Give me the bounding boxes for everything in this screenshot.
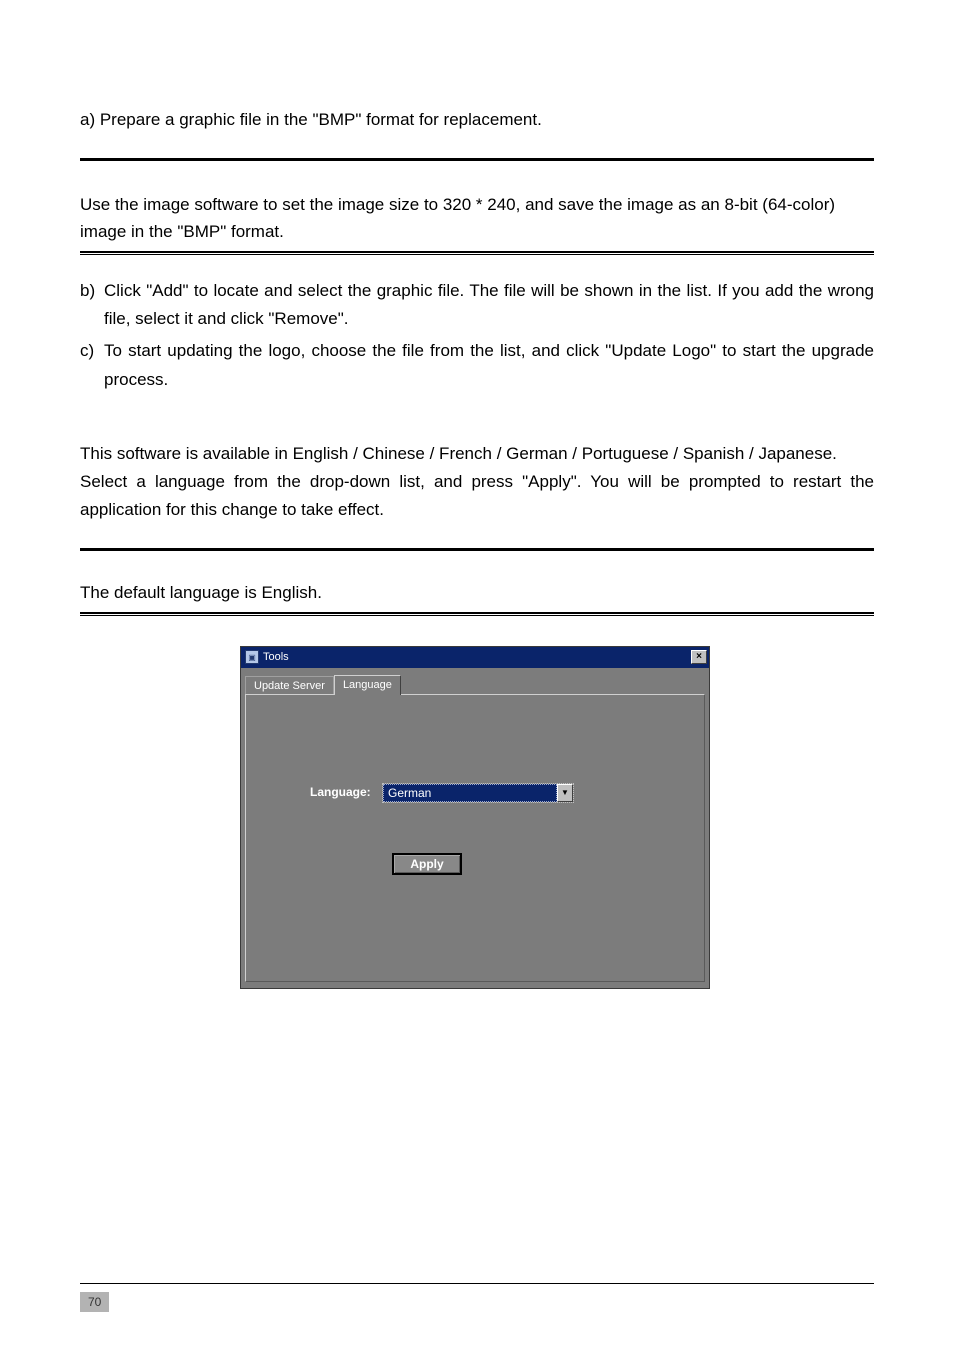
page-number: 70: [80, 1292, 109, 1312]
list-body: Click "Add" to locate and select the gra…: [104, 277, 874, 333]
page-footer: 70: [80, 1283, 874, 1312]
dialog-body: Update Server Language Language: German …: [241, 668, 709, 988]
chevron-down-icon[interactable]: ▼: [557, 784, 573, 802]
tab-language[interactable]: Language: [334, 675, 401, 695]
double-divider: [80, 251, 874, 255]
list-body: To start updating the logo, choose the f…: [104, 337, 874, 393]
embedded-screenshot: ▣ Tools × Update Server Language Languag…: [240, 646, 710, 989]
list-marker: b): [80, 277, 104, 333]
double-divider: [80, 612, 874, 616]
window-title: Tools: [263, 651, 691, 663]
note-text: Use the image software to set the image …: [80, 191, 874, 245]
list-marker: c): [80, 337, 104, 393]
divider: [80, 548, 874, 551]
step-list: b) Click "Add" to locate and select the …: [80, 277, 874, 393]
default-language-text: The default language is English.: [80, 579, 874, 606]
title-bar[interactable]: ▣ Tools ×: [241, 647, 709, 668]
tab-panel: Language: German ▼ Apply: [245, 694, 705, 982]
tab-update-server[interactable]: Update Server: [245, 676, 334, 696]
footer-divider: [80, 1283, 874, 1284]
list-item: c) To start updating the logo, choose th…: [80, 337, 874, 393]
document-page: a) Prepare a graphic file in the "BMP" f…: [0, 0, 954, 1350]
close-button[interactable]: ×: [691, 650, 707, 664]
apply-button[interactable]: Apply: [392, 853, 462, 875]
list-item: b) Click "Add" to locate and select the …: [80, 277, 874, 333]
tools-dialog: ▣ Tools × Update Server Language Languag…: [240, 646, 710, 989]
app-icon: ▣: [245, 650, 259, 664]
step-a-text: a) Prepare a graphic file in the "BMP" f…: [80, 110, 874, 130]
language-selected-value: German: [383, 784, 557, 802]
divider: [80, 158, 874, 161]
language-instruction-text: Select a language from the drop-down lis…: [80, 468, 874, 524]
language-label: Language:: [310, 785, 371, 799]
language-select[interactable]: German ▼: [382, 783, 574, 803]
tab-strip: Update Server Language: [245, 674, 401, 694]
language-availability-text: This software is available in English / …: [80, 440, 874, 468]
